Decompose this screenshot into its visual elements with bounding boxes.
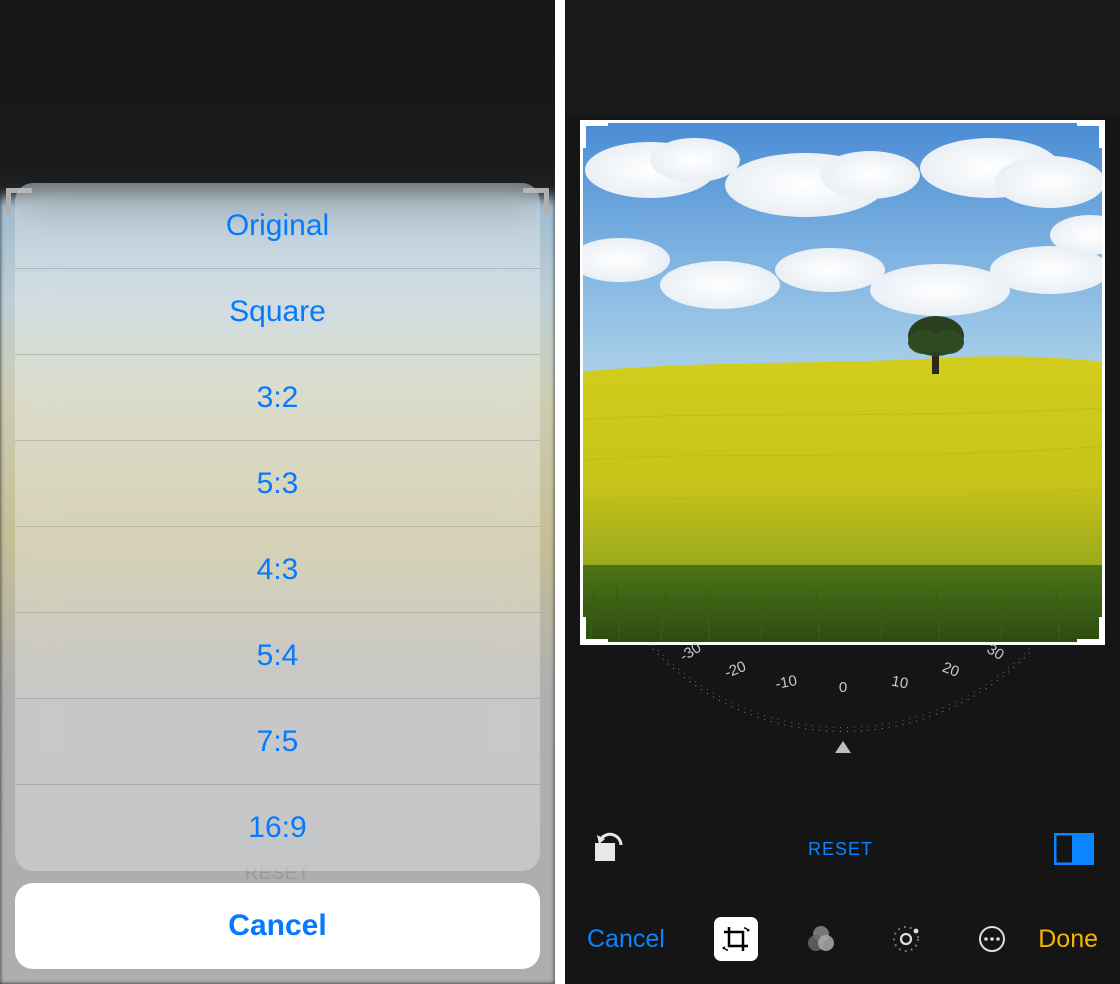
crop-tool-button[interactable] xyxy=(714,917,758,961)
editor-bottom-toolbar: Cancel xyxy=(565,894,1120,984)
photo-crop-area[interactable] xyxy=(580,120,1105,645)
aspect-option-square[interactable]: Square xyxy=(15,269,540,355)
svg-text:-10: -10 xyxy=(773,672,798,693)
aspect-option-16-9[interactable]: 16:9 xyxy=(15,785,540,871)
svg-text:0: 0 xyxy=(838,679,846,696)
layout-gap xyxy=(555,0,565,984)
aspect-option-5-4[interactable]: 5:4 xyxy=(15,613,540,699)
adjust-icon xyxy=(890,923,922,955)
svg-text:-20: -20 xyxy=(722,658,748,682)
tool-selector xyxy=(689,917,1038,961)
svg-text:30: 30 xyxy=(983,641,1006,664)
crop-editor-screen: -30 -20 -10 0 10 20 30 RESET Canc xyxy=(565,0,1120,984)
aspect-option-4-3[interactable]: 4:3 xyxy=(15,527,540,613)
dimmed-header xyxy=(0,0,555,200)
editor-header-dim xyxy=(565,0,1120,115)
filters-tool-button[interactable] xyxy=(799,917,843,961)
aspect-option-list: Original Square 3:2 5:3 4:3 5:4 7:5 16:9 xyxy=(15,183,540,871)
aspect-ratio-action-sheet: Original Square 3:2 5:3 4:3 5:4 7:5 16:9… xyxy=(15,183,540,969)
photo-preview xyxy=(580,120,1105,645)
aspect-option-7-5[interactable]: 7:5 xyxy=(15,699,540,785)
svg-text:10: 10 xyxy=(890,673,910,693)
more-icon xyxy=(976,923,1008,955)
filters-icon xyxy=(805,923,837,955)
cancel-button[interactable]: Cancel xyxy=(587,925,665,954)
crop-toolbar: RESET xyxy=(565,809,1120,889)
aspect-ratio-sheet-screen: RESET Original Square 3:2 5:3 4:3 5:4 7:… xyxy=(0,0,555,984)
aspect-option-5-3[interactable]: 5:3 xyxy=(15,441,540,527)
aspect-ratio-button[interactable] xyxy=(1054,833,1094,865)
aspect-ratio-icon xyxy=(1054,833,1094,865)
reset-button[interactable]: RESET xyxy=(808,839,873,860)
more-tool-button[interactable] xyxy=(970,917,1014,961)
aspect-option-3-2[interactable]: 3:2 xyxy=(15,355,540,441)
aspect-option-original[interactable]: Original xyxy=(15,183,540,269)
dial-marker-icon xyxy=(835,741,851,753)
adjust-tool-button[interactable] xyxy=(884,917,928,961)
cancel-button[interactable]: Cancel xyxy=(15,883,540,969)
rotate-icon xyxy=(591,829,627,865)
svg-text:-30: -30 xyxy=(676,639,703,665)
done-button[interactable]: Done xyxy=(1038,925,1098,954)
rotate-button[interactable] xyxy=(591,829,627,870)
crop-icon xyxy=(722,925,750,953)
straighten-dial[interactable]: -30 -20 -10 0 10 20 30 xyxy=(565,640,1120,750)
svg-text:20: 20 xyxy=(939,659,961,681)
